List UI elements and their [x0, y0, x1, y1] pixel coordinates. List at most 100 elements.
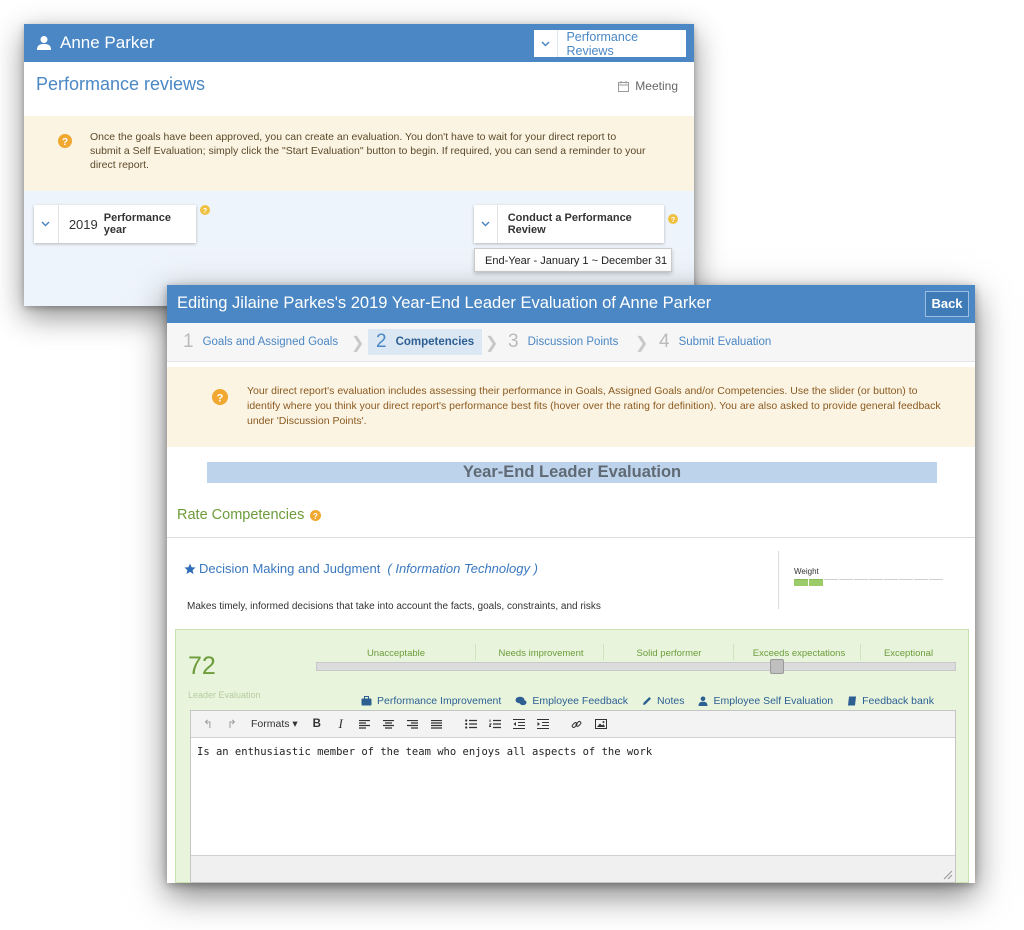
- chevron-right-icon: ❯: [351, 335, 365, 352]
- competency-department: ( Information Technology ): [387, 561, 538, 576]
- svg-text:?: ?: [313, 512, 318, 521]
- chevron-down-icon: [474, 205, 498, 243]
- link-label: Employee Self Evaluation: [713, 695, 834, 707]
- help-icon[interactable]: ?: [310, 509, 322, 521]
- year-value: 2019: [68, 216, 98, 232]
- weight-segment: [794, 579, 808, 586]
- performance-reviews-dropdown[interactable]: Performance Reviews: [534, 29, 686, 58]
- align-justify-icon[interactable]: [426, 713, 448, 735]
- step-label: Competencies: [395, 336, 475, 348]
- window-header: Editing Jilaine Parkes's 2019 Year-End L…: [167, 285, 975, 323]
- year-label: Performance year: [103, 212, 172, 236]
- weight-label: Weight: [794, 567, 819, 576]
- competency-description: Makes timely, informed decisions that ta…: [187, 601, 601, 612]
- comments-icon: [515, 696, 527, 706]
- evaluation-editor-window: Editing Jilaine Parkes's 2019 Year-End L…: [167, 285, 975, 883]
- redo-icon[interactable]: ↱: [221, 713, 243, 735]
- link-icon[interactable]: [566, 713, 588, 735]
- page-title: Performance reviews: [36, 74, 206, 94]
- step-number: 4: [659, 331, 670, 352]
- rating-solid-performer[interactable]: Solid performer: [604, 648, 734, 659]
- image-icon[interactable]: [590, 713, 612, 735]
- weight-segment: [809, 579, 823, 586]
- pencil-icon: [643, 697, 652, 705]
- performance-reviews-window: Anne Parker Performance Reviews Performa…: [24, 24, 694, 306]
- employee-self-evaluation-link[interactable]: Employee Self Evaluation: [698, 695, 833, 707]
- score-label: Leader Evaluation: [188, 690, 261, 700]
- align-left-icon[interactable]: [354, 713, 376, 735]
- help-icon[interactable]: ?: [668, 214, 678, 224]
- step-goals[interactable]: 1 Goals and Assigned Goals: [183, 329, 338, 355]
- heading-label: Rate Competencies: [177, 507, 305, 523]
- notes-link[interactable]: Notes: [642, 695, 684, 707]
- step-competencies[interactable]: 2 Competencies: [368, 329, 483, 355]
- step-label: Submit Evaluation: [678, 336, 772, 348]
- step-number: 2: [376, 331, 387, 352]
- help-icon: ?: [58, 134, 72, 148]
- formats-dropdown[interactable]: Formats ▾: [245, 713, 304, 735]
- feedback-bank-link[interactable]: Feedback bank: [847, 695, 934, 707]
- step-submit-evaluation[interactable]: 4 Submit Evaluation: [659, 329, 771, 355]
- rich-text-editor: ↰ ↱ Formats ▾ B I Is an enthusiastic mem…: [190, 710, 956, 883]
- section-banner: Year-End Leader Evaluation: [207, 462, 937, 483]
- back-button[interactable]: Back: [925, 291, 969, 317]
- weight-segment: [869, 579, 883, 586]
- info-text: Your direct report's evaluation includes…: [247, 385, 941, 427]
- formats-label: Formats: [251, 718, 290, 730]
- svg-text:?: ?: [217, 393, 224, 405]
- employee-feedback-link[interactable]: Employee Feedback: [515, 695, 628, 707]
- bullet-list-icon[interactable]: [460, 713, 482, 735]
- chevron-right-icon: ❯: [485, 335, 499, 352]
- weight-segment: [914, 579, 928, 586]
- weight-segment: [854, 579, 868, 586]
- rating-exceptional[interactable]: Exceptional: [861, 648, 956, 659]
- link-label: Performance Improvement: [377, 695, 502, 707]
- editor-toolbar: ↰ ↱ Formats ▾ B I: [191, 711, 955, 738]
- rating-slider[interactable]: [316, 662, 956, 671]
- conduct-review-dropdown[interactable]: Conduct a Performance Review: [474, 205, 664, 243]
- meeting-link[interactable]: Meeting: [618, 79, 678, 93]
- link-label: Notes: [657, 695, 685, 707]
- step-discussion-points[interactable]: 3 Discussion Points: [508, 329, 618, 355]
- performance-year-dropdown[interactable]: 2019 Performance year: [34, 205, 196, 243]
- italic-icon[interactable]: I: [330, 713, 352, 735]
- step-number: 1: [183, 331, 194, 352]
- info-alert: ? Once the goals have been approved, you…: [24, 116, 694, 191]
- weight-indicator: Weight: [778, 551, 966, 609]
- user-name: Anne Parker: [60, 33, 155, 52]
- book-icon: [848, 696, 857, 706]
- step-number: 3: [508, 331, 519, 352]
- window-title: Editing Jilaine Parkes's 2019 Year-End L…: [177, 294, 712, 312]
- review-menu-item[interactable]: End-Year - January 1 ~ December 31: [474, 248, 672, 272]
- slider-handle[interactable]: [769, 659, 784, 674]
- chevron-down-icon: [34, 205, 59, 243]
- calendar-icon: [618, 80, 630, 92]
- align-right-icon[interactable]: [402, 713, 424, 735]
- indent-icon[interactable]: [532, 713, 554, 735]
- help-icon[interactable]: ?: [200, 205, 210, 215]
- resize-handle-icon[interactable]: [943, 870, 953, 880]
- dropdown-label: Performance Reviews: [566, 29, 639, 58]
- numbered-list-icon[interactable]: [484, 713, 506, 735]
- undo-icon[interactable]: ↰: [197, 713, 219, 735]
- outdent-icon[interactable]: [508, 713, 530, 735]
- editor-text-area[interactable]: Is an enthusiastic member of the team wh…: [191, 738, 955, 854]
- info-alert: ? Your direct report's evaluation includ…: [167, 367, 975, 447]
- performance-improvement-link[interactable]: Performance Improvement: [361, 695, 501, 707]
- competency-title[interactable]: Decision Making and Judgment ( Informati…: [184, 561, 538, 576]
- rating-unacceptable[interactable]: Unacceptable: [336, 648, 456, 659]
- weight-segment: [839, 579, 853, 586]
- align-center-icon[interactable]: [378, 713, 400, 735]
- weight-bar: [794, 579, 943, 586]
- toolbar-separator: [450, 713, 458, 735]
- bold-icon[interactable]: B: [306, 713, 328, 735]
- competency-name: Decision Making and Judgment: [199, 561, 381, 576]
- toolbar-separator: [556, 713, 564, 735]
- link-label: Feedback bank: [862, 695, 934, 707]
- rating-exceeds-expectations[interactable]: Exceeds expectations: [734, 648, 864, 659]
- rating-needs-improvement[interactable]: Needs improvement: [476, 648, 606, 659]
- score-value: 72: [188, 652, 216, 680]
- dropdown-label: Conduct a Performance Review: [507, 212, 632, 236]
- feedback-tools: Performance Improvement Employee Feedbac…: [361, 695, 934, 707]
- chevron-down-icon: [534, 30, 559, 57]
